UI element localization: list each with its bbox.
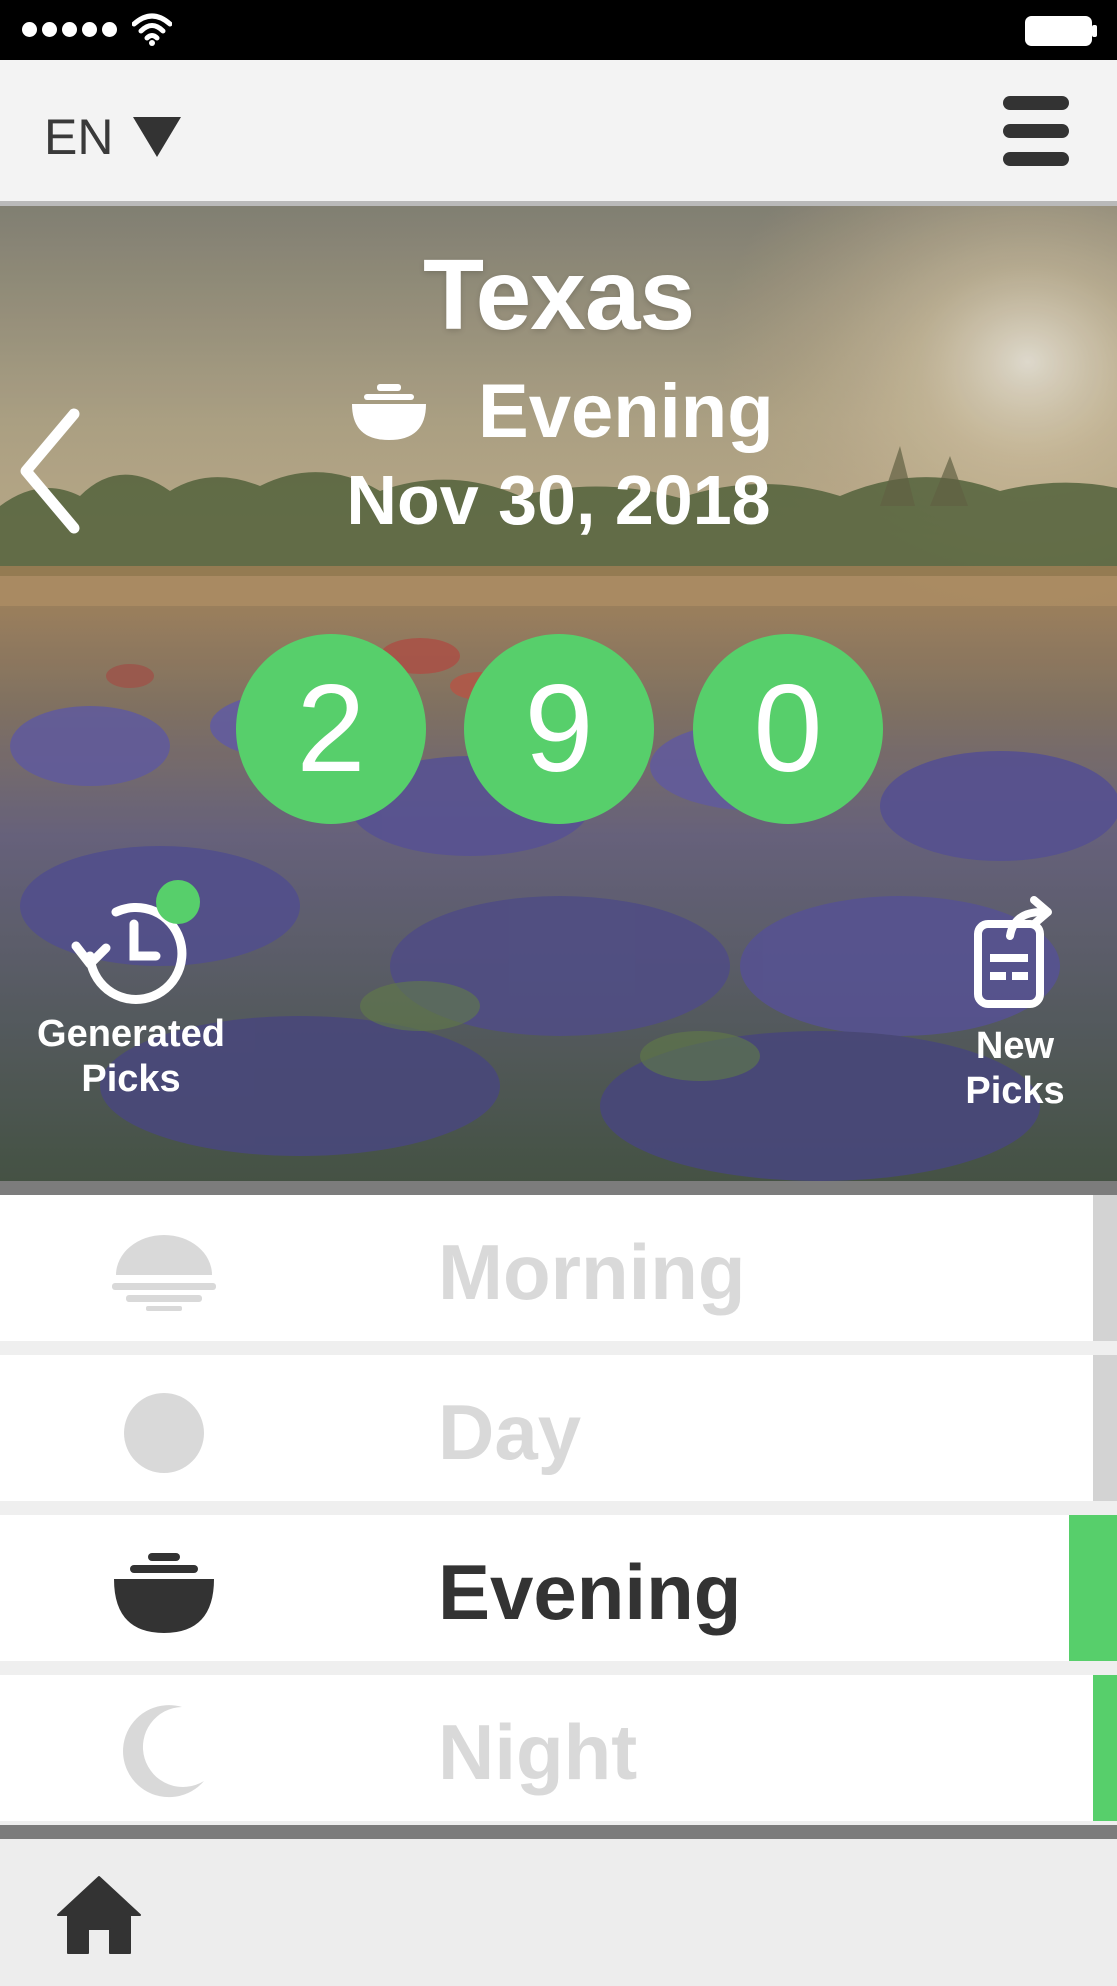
draw-time-label: Night [438,1708,638,1796]
home-icon[interactable] [56,1875,142,1955]
row-indicator [1093,1675,1117,1821]
row-indicator [1093,1195,1117,1341]
new-picks-button[interactable]: New Picks [950,896,1080,1114]
row-indicator [1093,1355,1117,1501]
caret-down-icon [133,117,182,157]
draw-time-label: Day [438,1388,582,1476]
bottom-tab-bar [0,1839,1117,1986]
wifi-icon [132,13,172,46]
notification-dot [156,880,200,924]
evening-bowl-icon [352,383,426,440]
sun-icon [124,1393,204,1473]
generated-picks-label-line2: Picks [81,1058,181,1100]
language-selector[interactable]: EN [44,108,182,166]
hamburger-menu-icon[interactable] [1003,96,1069,166]
number-ball: 0 [693,634,883,824]
new-picks-label-line1: New [975,1025,1055,1067]
status-bar [0,0,1117,60]
active-indicator [1069,1515,1117,1661]
evening-bowl-icon [114,1553,214,1633]
new-ticket-icon [974,896,1052,1008]
moon-icon [123,1705,204,1798]
draw-time-night[interactable]: Night [0,1675,1117,1821]
top-nav: EN [0,60,1117,206]
new-picks-label-line2: Picks [965,1070,1065,1112]
sunrise-icon [112,1235,216,1311]
battery-icon [1025,16,1097,46]
draw-time-morning[interactable]: Morning [0,1195,1117,1341]
hero-section: Texas Evening Nov 30, 2018 2 9 0 Generat… [0,206,1117,1181]
generated-picks-label-line1: Generated [37,1013,225,1055]
generated-picks-button[interactable]: Generated Picks [26,880,236,1102]
signal-strength-icon [22,22,117,37]
divider [0,1825,1117,1839]
draw-time-label: Morning [438,1228,746,1316]
state-title: Texas [422,239,695,351]
draw-time-list: Morning Day Evening Night [0,1195,1117,1825]
winning-numbers: 2 9 0 [0,634,1117,824]
draw-time-evening[interactable]: Evening [0,1515,1117,1661]
current-period: Evening [350,368,774,455]
draw-time-day[interactable]: Day [0,1355,1117,1501]
number-ball: 2 [236,634,426,824]
draw-date: Nov 30, 2018 [346,461,771,539]
draw-time-label: Evening [438,1548,742,1636]
number-ball: 9 [464,634,654,824]
language-label: EN [44,109,114,165]
divider [0,1181,1117,1195]
period-label: Evening [478,369,774,454]
